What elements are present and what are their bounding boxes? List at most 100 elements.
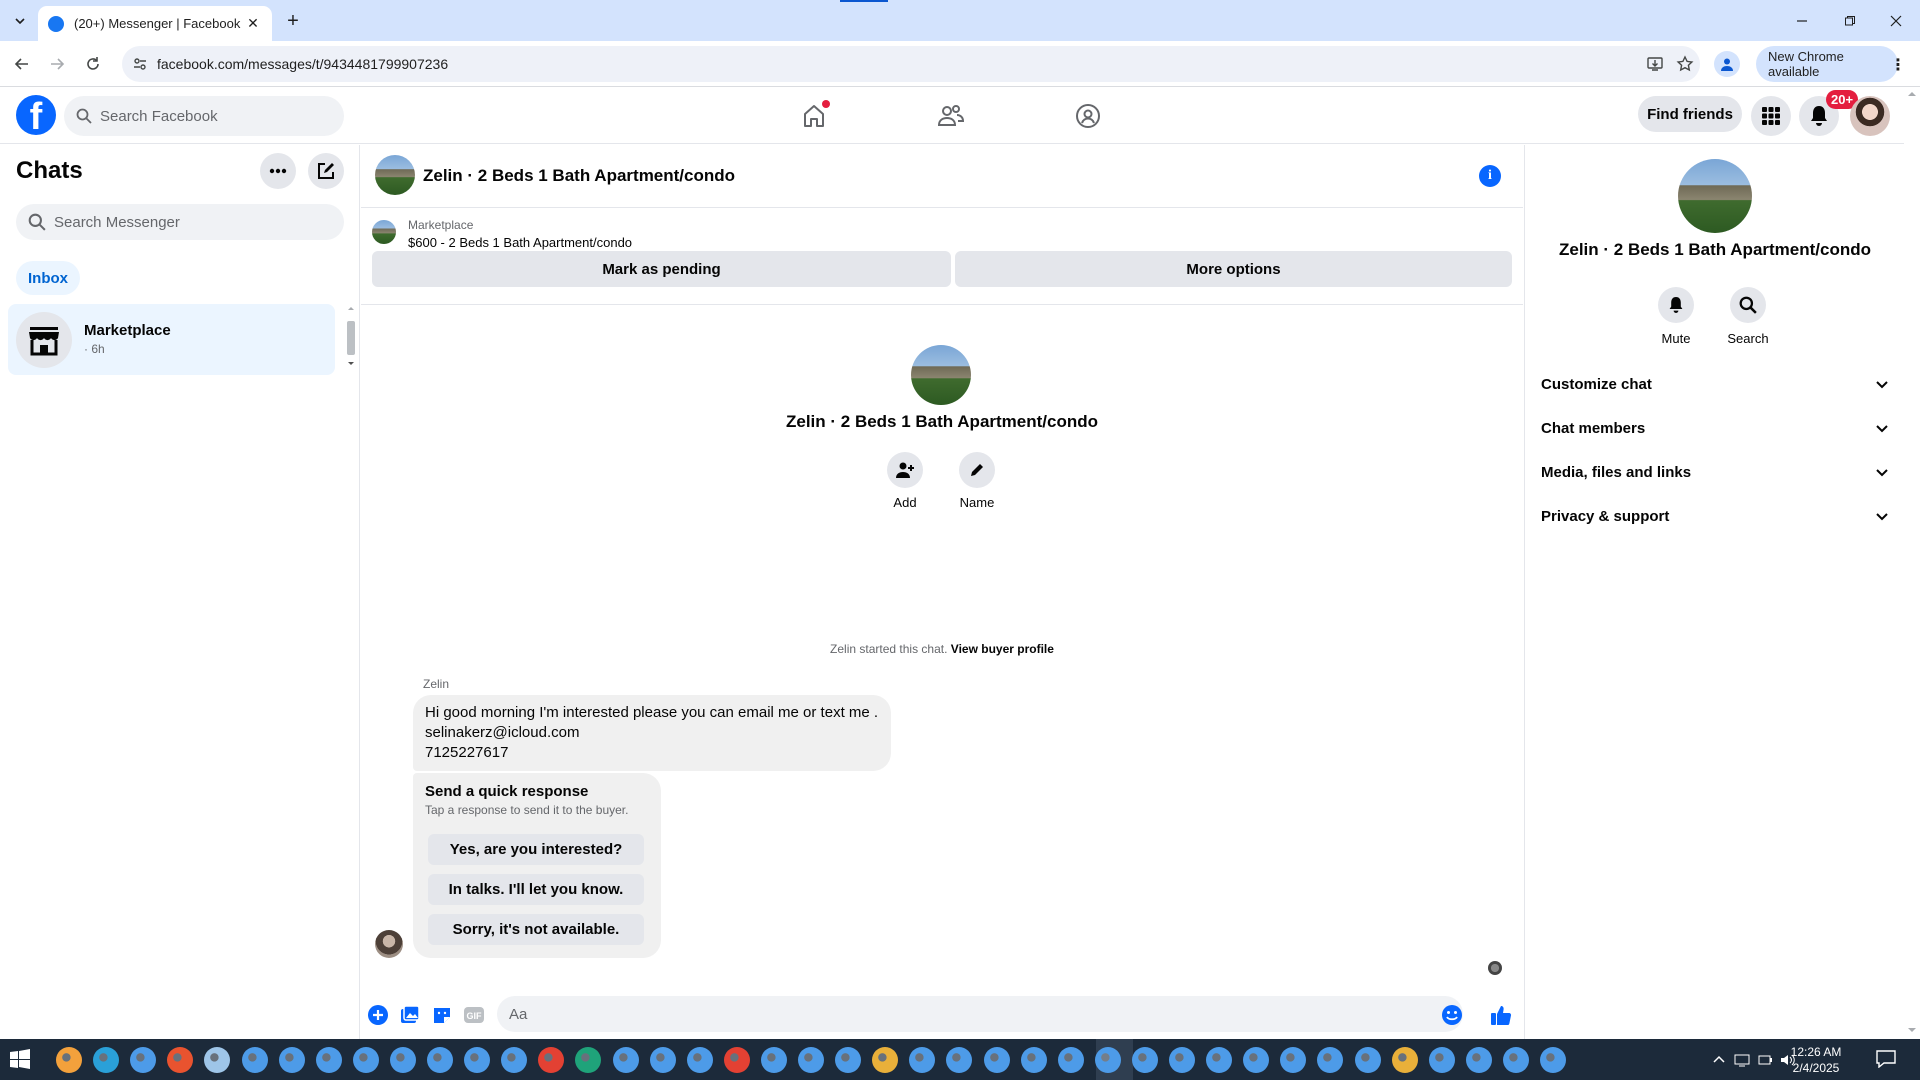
- browser-profile-button[interactable]: [1714, 51, 1740, 77]
- chat-members-section[interactable]: Chat members: [1541, 406, 1889, 450]
- tab-search-button[interactable]: [8, 9, 32, 33]
- address-bar[interactable]: facebook.com/messages/t/9434481799907236: [122, 46, 1700, 82]
- chrome-update-button[interactable]: New Chrome available: [1756, 46, 1898, 82]
- add-people-action[interactable]: Add: [875, 452, 935, 510]
- network-icon[interactable]: [1734, 1053, 1750, 1067]
- taskbar-app-icon[interactable]: [872, 1047, 899, 1073]
- find-friends-button[interactable]: Find friends: [1638, 96, 1742, 132]
- sidebar-scrollbar[interactable]: [344, 303, 358, 373]
- emoji-button[interactable]: [1441, 1004, 1463, 1026]
- conversation-title[interactable]: Zelin · 2 Beds 1 Bath Apartment/condo: [423, 166, 735, 186]
- minimize-button[interactable]: [1788, 8, 1816, 34]
- taskbar-app-icon[interactable]: [389, 1047, 416, 1073]
- taskbar-app-icon[interactable]: [1169, 1047, 1195, 1073]
- customize-chat-section[interactable]: Customize chat: [1541, 362, 1889, 406]
- taskbar-app-icon[interactable]: [909, 1047, 936, 1073]
- taskbar-app-icon[interactable]: [241, 1047, 268, 1073]
- sender-avatar[interactable]: [375, 930, 403, 958]
- conversation-avatar[interactable]: [375, 155, 415, 195]
- taskbar-app-icon[interactable]: [686, 1047, 713, 1073]
- gif-button[interactable]: GIF: [463, 1004, 485, 1026]
- reload-button[interactable]: [80, 51, 106, 77]
- incoming-message-bubble[interactable]: Hi good morning I'm interested please yo…: [413, 695, 891, 771]
- taskbar-app-icon[interactable]: [946, 1047, 973, 1073]
- site-info-icon[interactable]: [132, 56, 148, 72]
- taskbar-app-icon[interactable]: [130, 1047, 157, 1073]
- taskbar-app-icon[interactable]: [835, 1047, 862, 1073]
- attach-photo-button[interactable]: [399, 1004, 421, 1026]
- search-in-chat-action[interactable]: Search: [1718, 287, 1778, 346]
- scrollbar-thumb[interactable]: [347, 321, 355, 355]
- taskbar-app-icon[interactable]: [798, 1047, 824, 1073]
- quick-response-option[interactable]: Sorry, it's not available.: [428, 914, 644, 945]
- taskbar-app-icon[interactable]: [612, 1047, 639, 1073]
- taskbar-app-icon[interactable]: [1280, 1047, 1307, 1073]
- taskbar-app-icon[interactable]: [1354, 1047, 1381, 1073]
- name-chat-action[interactable]: Name: [947, 452, 1007, 510]
- details-avatar[interactable]: [1678, 159, 1752, 233]
- taskbar-app-icon[interactable]: [1131, 1047, 1158, 1073]
- taskbar-app-icon[interactable]: [1391, 1047, 1418, 1073]
- taskbar-app-icon[interactable]: [352, 1047, 379, 1073]
- taskbar-app-icon[interactable]: [1540, 1047, 1566, 1073]
- taskbar-app-icon[interactable]: [56, 1047, 82, 1073]
- taskbar-app-icon[interactable]: [1206, 1047, 1233, 1073]
- mark-as-pending-button[interactable]: Mark as pending: [372, 251, 951, 287]
- quick-response-option[interactable]: Yes, are you interested?: [428, 834, 644, 865]
- taskbar-app-icon[interactable]: [315, 1047, 342, 1073]
- taskbar-app-icon[interactable]: [538, 1047, 565, 1073]
- taskbar-app-icon[interactable]: [1243, 1047, 1270, 1073]
- browser-tab[interactable]: (20+) Messenger | Facebook ✕: [38, 6, 272, 41]
- taskbar-app-icon[interactable]: [501, 1047, 528, 1073]
- start-button[interactable]: [10, 1049, 30, 1069]
- taskbar-app-icon[interactable]: [1502, 1047, 1529, 1073]
- inbox-filter-tab[interactable]: Inbox: [16, 261, 80, 295]
- listing-title[interactable]: $600 - 2 Beds 1 Bath Apartment/condo: [408, 235, 632, 250]
- account-avatar[interactable]: [1850, 96, 1890, 136]
- sticker-button[interactable]: [431, 1004, 453, 1026]
- taskbar-app-icon[interactable]: [1428, 1047, 1455, 1073]
- taskbar-app-icon[interactable]: [464, 1047, 491, 1073]
- taskbar-app-icon[interactable]: [1057, 1047, 1084, 1073]
- new-tab-button[interactable]: +: [282, 10, 304, 32]
- taskbar-app-icon[interactable]: [278, 1047, 305, 1073]
- taskbar-app-icon[interactable]: [1020, 1047, 1047, 1073]
- media-files-links-section[interactable]: Media, files and links: [1541, 450, 1889, 494]
- more-actions-button[interactable]: [367, 1004, 389, 1026]
- new-message-button[interactable]: [308, 153, 344, 189]
- nav-friends[interactable]: [931, 96, 971, 136]
- taskbar-app-icon[interactable]: [649, 1047, 676, 1073]
- page-scrollbar[interactable]: [1904, 88, 1920, 1039]
- nav-groups[interactable]: [1068, 96, 1108, 136]
- privacy-support-section[interactable]: Privacy & support: [1541, 494, 1889, 538]
- action-center-icon[interactable]: [1876, 1050, 1896, 1068]
- taskbar-app-icon[interactable]: [1317, 1047, 1344, 1073]
- taskbar-app-icon[interactable]: [93, 1047, 120, 1073]
- close-tab-icon[interactable]: ✕: [244, 15, 262, 33]
- install-app-icon[interactable]: [1646, 55, 1664, 73]
- taskbar-app-icon[interactable]: [1094, 1047, 1121, 1073]
- listing-thumbnail[interactable]: [372, 220, 396, 244]
- bookmark-star-icon[interactable]: [1676, 55, 1694, 73]
- taskbar-app-icon[interactable]: [575, 1047, 602, 1073]
- restore-button[interactable]: [1836, 8, 1864, 34]
- taskbar-app-icon[interactable]: [204, 1047, 231, 1073]
- message-input[interactable]: Aa: [497, 996, 1463, 1032]
- facebook-logo[interactable]: f: [16, 95, 56, 135]
- browser-menu-icon[interactable]: ⋮: [1890, 55, 1906, 75]
- taskbar-app-icon[interactable]: [723, 1047, 750, 1073]
- more-options-button[interactable]: More options: [955, 251, 1512, 287]
- back-button[interactable]: [9, 51, 35, 77]
- taskbar-app-icon[interactable]: [427, 1047, 453, 1073]
- taskbar-app-icon[interactable]: [167, 1047, 194, 1073]
- taskbar-clock[interactable]: 12:26 AM 2/4/2025: [1776, 1044, 1856, 1076]
- menu-button[interactable]: [1751, 96, 1791, 136]
- facebook-search-input[interactable]: Search Facebook: [64, 96, 344, 136]
- close-window-button[interactable]: [1882, 8, 1910, 34]
- view-buyer-profile-link[interactable]: View buyer profile: [951, 642, 1054, 656]
- taskbar-app-icon[interactable]: [1465, 1047, 1492, 1073]
- taskbar-app-icon[interactable]: [760, 1047, 787, 1073]
- info-icon[interactable]: i: [1479, 165, 1501, 187]
- battery-icon[interactable]: [1758, 1053, 1772, 1067]
- tray-overflow-icon[interactable]: [1712, 1053, 1726, 1067]
